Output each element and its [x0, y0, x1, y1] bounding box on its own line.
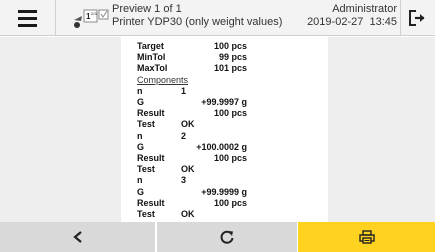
date-text: 2019-02-27	[307, 16, 364, 28]
refresh-button[interactable]	[157, 222, 297, 252]
print-button[interactable]	[298, 222, 435, 252]
header-divider	[55, 0, 56, 36]
component-n-row-value: 1	[181, 85, 187, 96]
date-time: 2019-02-27 13:45	[307, 16, 397, 29]
printer-name: Printer YDP30 (only weight values)	[112, 16, 283, 28]
footer-bar	[0, 222, 435, 252]
preview-title: Preview 1 of 1	[112, 3, 182, 15]
weighing-document-icon: 1 2/3	[74, 9, 109, 28]
chevron-left-icon	[72, 231, 82, 243]
user-name: Administrator	[332, 3, 397, 15]
component-result-row-value: 100 pcs	[213, 153, 247, 163]
component-result-row-value: 100 pcs	[213, 108, 247, 119]
component-weight-row-value: +100.0002 g	[196, 141, 247, 152]
component-n-row-label: n	[137, 130, 143, 141]
component-n-row-label: n	[137, 85, 143, 96]
printout-preview[interactable]: Target 100 pcs MinTol 99 pcs MaxTol 101 pcs Co…	[121, 37, 328, 222]
component-test-row-value: OK	[181, 209, 195, 219]
component-test-row-label: Test	[137, 209, 155, 219]
svg-text:2/3: 2/3	[91, 11, 97, 16]
component-weight-row-value: +99.9997 g	[201, 97, 247, 107]
component-test-row-value: OK	[181, 164, 195, 175]
logout-button[interactable]	[401, 0, 435, 36]
preview-area: Target 100 pcs MinTol 99 pcs MaxTol 101 pcs Co…	[0, 37, 435, 222]
component-n-row-value: 3	[181, 175, 187, 186]
menu-button[interactable]	[0, 0, 55, 36]
menu-icon-line	[18, 16, 37, 20]
logout-icon	[409, 10, 425, 26]
component-n-row-label: n	[137, 175, 143, 186]
printer-icon	[358, 230, 375, 244]
top-bar: 1 2/3 Preview 1 of 1 Printer YDP30 (only…	[0, 0, 435, 36]
back-button[interactable]	[0, 222, 155, 252]
time-text: 13:45	[369, 16, 397, 28]
component-test-row-label: Test	[137, 119, 155, 130]
component-weight-row-value: +99.9999 g	[201, 186, 247, 197]
refresh-icon	[220, 230, 234, 244]
menu-icon-line	[18, 23, 37, 27]
menu-icon-line	[18, 9, 37, 13]
components-heading: Components	[137, 74, 189, 85]
component-test-row-label: Test	[137, 164, 155, 175]
component-test-row-value: OK	[181, 119, 195, 130]
component-n-row-value: 2	[181, 130, 187, 141]
summary-row-value: 101 pcs	[213, 63, 247, 74]
summary-row-value: 100 pcs	[213, 41, 247, 51]
component-result-row-value: 100 pcs	[213, 197, 247, 208]
summary-row-value: 99 pcs	[218, 52, 247, 63]
